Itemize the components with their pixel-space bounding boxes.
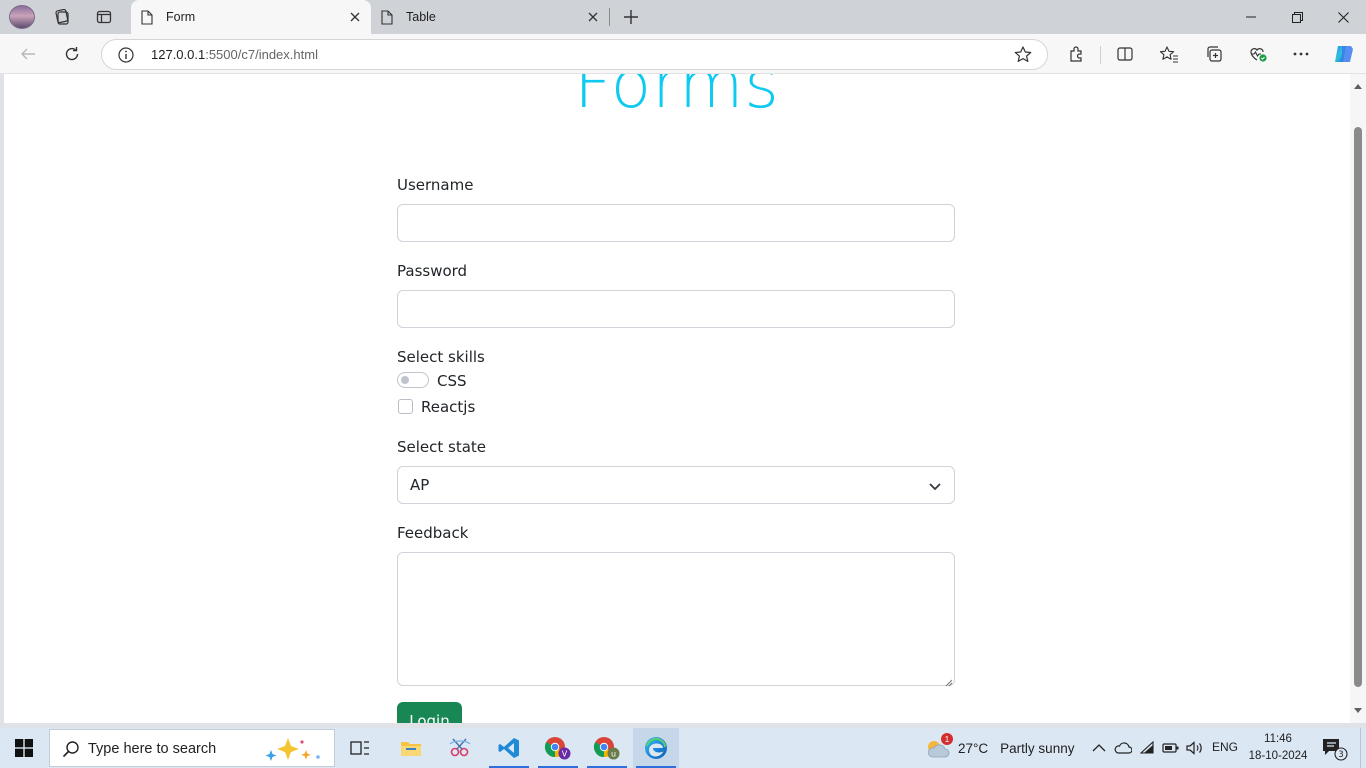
refresh-icon[interactable] <box>56 40 88 68</box>
state-select[interactable]: AP <box>397 466 955 504</box>
tab-form[interactable]: Form <box>131 0 371 34</box>
new-tab-button[interactable] <box>617 4 645 30</box>
search-highlight-sparkle-icon <box>262 736 326 764</box>
language-indicator[interactable]: ENG <box>1212 740 1238 754</box>
tab-table[interactable]: Table <box>371 0 609 34</box>
url-host: 127.0.0.1 <box>151 47 206 62</box>
profile-avatar[interactable] <box>9 5 35 29</box>
username-label: Username <box>397 176 474 194</box>
more-menu-icon[interactable] <box>1285 40 1317 68</box>
feedback-label: Feedback <box>397 524 469 542</box>
split-screen-icon[interactable] <box>1109 40 1141 68</box>
windows-taskbar: Type here to search V u 1 27°C Partly su… <box>0 728 1366 768</box>
password-label: Password <box>397 262 468 280</box>
system-clock[interactable]: 11:46 18-10-2024 <box>1248 731 1308 765</box>
page-title: Forms <box>574 74 780 123</box>
page-scrollbar[interactable] <box>1350 74 1366 723</box>
page-viewport: Forms Username Password Select skills CS… <box>4 74 1350 723</box>
reactjs-label: Reactjs <box>421 398 476 416</box>
minimize-button[interactable] <box>1228 0 1274 34</box>
favorite-star-icon[interactable] <box>1013 45 1033 65</box>
close-tab-icon[interactable] <box>581 5 605 29</box>
clock-time: 11:46 <box>1264 733 1292 745</box>
scroll-thumb[interactable] <box>1354 127 1362 687</box>
volume-icon[interactable] <box>1185 738 1205 758</box>
close-window-button[interactable] <box>1320 0 1366 34</box>
login-button[interactable]: Login <box>397 702 462 723</box>
skills-label: Select skills <box>397 348 485 366</box>
notification-count: 3 <box>1338 750 1343 760</box>
copilot-icon[interactable] <box>1328 40 1360 68</box>
page-icon <box>140 9 154 25</box>
edge-icon[interactable] <box>633 728 679 768</box>
reactjs-checkbox[interactable] <box>398 399 413 414</box>
state-label: Select state <box>397 438 487 456</box>
back-arrow-icon[interactable] <box>12 40 44 68</box>
page-icon <box>380 9 394 25</box>
battery-icon[interactable] <box>1161 738 1181 758</box>
search-icon <box>62 740 80 758</box>
weather-alert-badge: 1 <box>941 733 953 745</box>
site-info-icon[interactable] <box>117 46 135 64</box>
url-text: 127.0.0.1:5500/c7/index.html <box>151 47 318 62</box>
weather-widget[interactable]: 1 27°C Partly sunny <box>924 728 1074 768</box>
notification-center-icon[interactable]: 3 <box>1318 736 1348 762</box>
extensions-icon[interactable] <box>1061 40 1093 68</box>
resize-grip-icon[interactable] <box>945 676 953 687</box>
show-hidden-icons-chevron-up-icon[interactable] <box>1089 738 1109 758</box>
scroll-down-icon[interactable] <box>1350 703 1366 719</box>
tab-title: Form <box>166 10 196 24</box>
close-tab-icon[interactable] <box>343 5 367 29</box>
toolbar-divider <box>1100 46 1101 64</box>
restore-button[interactable] <box>1274 0 1320 34</box>
feedback-textarea[interactable] <box>397 552 955 687</box>
browser-essentials-icon[interactable] <box>1242 40 1274 68</box>
weather-description: Partly sunny <box>1000 740 1075 756</box>
css-label: CSS <box>437 372 467 390</box>
css-switch[interactable] <box>397 372 429 388</box>
windows-start-icon[interactable] <box>0 728 48 768</box>
workspaces-icon[interactable] <box>47 4 77 30</box>
tab-title: Table <box>406 10 436 24</box>
username-input[interactable] <box>397 204 955 242</box>
switch-knob <box>401 376 409 384</box>
chrome-profile-letter: u <box>611 750 616 759</box>
vscode-icon[interactable] <box>486 728 532 768</box>
address-bar[interactable]: 127.0.0.1:5500/c7/index.html <box>101 39 1048 70</box>
snipping-tool-icon[interactable] <box>437 728 483 768</box>
state-selected-value: AP <box>410 476 430 494</box>
taskbar-search-box[interactable]: Type here to search <box>49 729 335 767</box>
window-frame <box>0 74 4 723</box>
search-placeholder: Type here to search <box>88 741 217 757</box>
weather-partly-sunny-icon: 1 <box>924 733 953 761</box>
task-view-icon[interactable] <box>337 728 383 768</box>
password-input[interactable] <box>397 290 955 328</box>
temperature: 27°C <box>958 740 989 756</box>
browser-toolbar: 127.0.0.1:5500/c7/index.html <box>0 34 1366 74</box>
scroll-up-icon[interactable] <box>1350 78 1366 94</box>
chrome-icon[interactable]: V <box>535 728 581 768</box>
tab-strip: Form Table <box>0 0 1366 34</box>
vertical-tabs-icon[interactable] <box>89 4 119 30</box>
show-desktop-button[interactable] <box>1360 728 1366 768</box>
chrome-icon[interactable]: u <box>584 728 630 768</box>
file-explorer-icon[interactable] <box>388 728 434 768</box>
url-path: :5500/c7/index.html <box>205 47 318 62</box>
favorites-icon[interactable] <box>1153 40 1185 68</box>
tab-divider <box>609 8 610 26</box>
chrome-profile-letter: V <box>562 750 568 759</box>
wifi-icon[interactable] <box>1138 738 1158 758</box>
collections-icon[interactable] <box>1198 40 1230 68</box>
chevron-down-icon <box>928 479 942 493</box>
onedrive-cloud-icon[interactable] <box>1113 738 1133 758</box>
clock-date: 18-10-2024 <box>1248 750 1308 762</box>
